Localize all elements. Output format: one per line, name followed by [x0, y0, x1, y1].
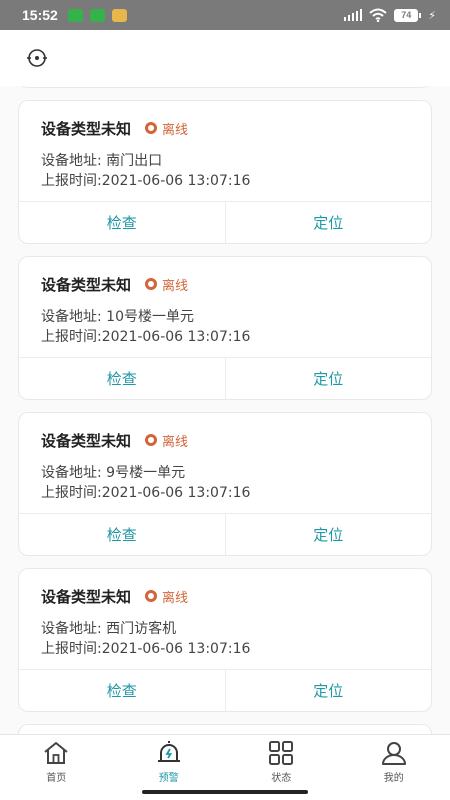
device-address: 设备地址: 10号楼一单元: [41, 309, 194, 325]
check-button[interactable]: 检查: [19, 358, 225, 399]
device-card: 设备类型未知 离线 设备地址: 南门出口 上报时间:2021-06-06 13:…: [18, 100, 432, 244]
app-notification-icon: [89, 8, 105, 22]
check-button[interactable]: 检查: [19, 670, 225, 711]
report-time: 上报时间:2021-06-06 13:07:16: [41, 485, 251, 501]
person-icon: [381, 742, 406, 765]
nav-label: 状态: [271, 773, 292, 784]
offline-status-icon: [145, 278, 158, 290]
device-card: 设备类型未知 离线 设备地址: 10号楼一单元 上报时间:2021-06-06 …: [18, 256, 432, 400]
message-notification-icon: [111, 8, 127, 22]
status-bar: 15:52 74 ⚡: [0, 0, 450, 30]
home-indicator: [142, 790, 308, 794]
nav-mine[interactable]: 我的: [338, 735, 450, 800]
device-status: 离线: [162, 434, 189, 450]
locate-button[interactable]: 定位: [224, 514, 432, 555]
device-card-partial: [18, 86, 432, 88]
device-card: 设备类型未知 离线 设备地址: 西门访客机 上报时间:2021-06-06 13…: [18, 568, 432, 712]
nav-home[interactable]: 首页: [0, 735, 113, 800]
device-type: 设备类型未知: [41, 275, 132, 294]
wifi-icon: [369, 8, 387, 22]
notification-icons: [67, 8, 127, 22]
check-button[interactable]: 检查: [19, 514, 225, 555]
status-time: 15:52: [22, 7, 58, 23]
app-notification-icon: [67, 8, 83, 22]
report-time: 上报时间:2021-06-06 13:07:16: [41, 173, 251, 189]
home-icon: [44, 742, 68, 764]
device-status: 离线: [162, 122, 189, 138]
device-card: 设备类型未知 离线 设备地址: 9号楼一单元 上报时间:2021-06-06 1…: [18, 412, 432, 556]
device-address: 设备地址: 南门出口: [41, 153, 163, 169]
offline-status-icon: [145, 590, 158, 602]
nav-label: 预警: [158, 773, 179, 784]
locate-button[interactable]: 定位: [224, 202, 432, 243]
alarm-bell-icon: [157, 741, 180, 762]
nav-label: 首页: [46, 773, 67, 784]
offline-status-icon: [145, 434, 158, 446]
battery-icon: 74: [394, 8, 422, 22]
report-time: 上报时间:2021-06-06 13:07:16: [41, 329, 251, 345]
device-type: 设备类型未知: [41, 587, 132, 606]
nav-label: 我的: [383, 773, 404, 784]
signal-icon: [343, 9, 363, 21]
charging-icon: ⚡: [428, 8, 436, 22]
offline-status-icon: [145, 122, 158, 134]
device-address: 设备地址: 9号楼一单元: [41, 465, 186, 481]
device-type: 设备类型未知: [41, 119, 132, 138]
grid-icon: [269, 741, 294, 765]
scan-icon[interactable]: [26, 47, 48, 69]
locate-button[interactable]: 定位: [224, 358, 432, 399]
report-time: 上报时间:2021-06-06 13:07:16: [41, 641, 251, 657]
device-list[interactable]: 设备类型未知 离线 设备地址: 南门出口 上报时间:2021-06-06 13:…: [0, 86, 450, 734]
battery-level: 74: [394, 8, 419, 22]
app-header: [0, 30, 450, 86]
device-status: 离线: [162, 278, 189, 294]
device-address: 设备地址: 西门访客机: [41, 621, 177, 637]
device-status: 离线: [162, 590, 189, 606]
device-type: 设备类型未知: [41, 431, 132, 450]
check-button[interactable]: 检查: [19, 202, 225, 243]
device-card: 设备类型未知 离线: [18, 724, 432, 734]
locate-button[interactable]: 定位: [224, 670, 432, 711]
